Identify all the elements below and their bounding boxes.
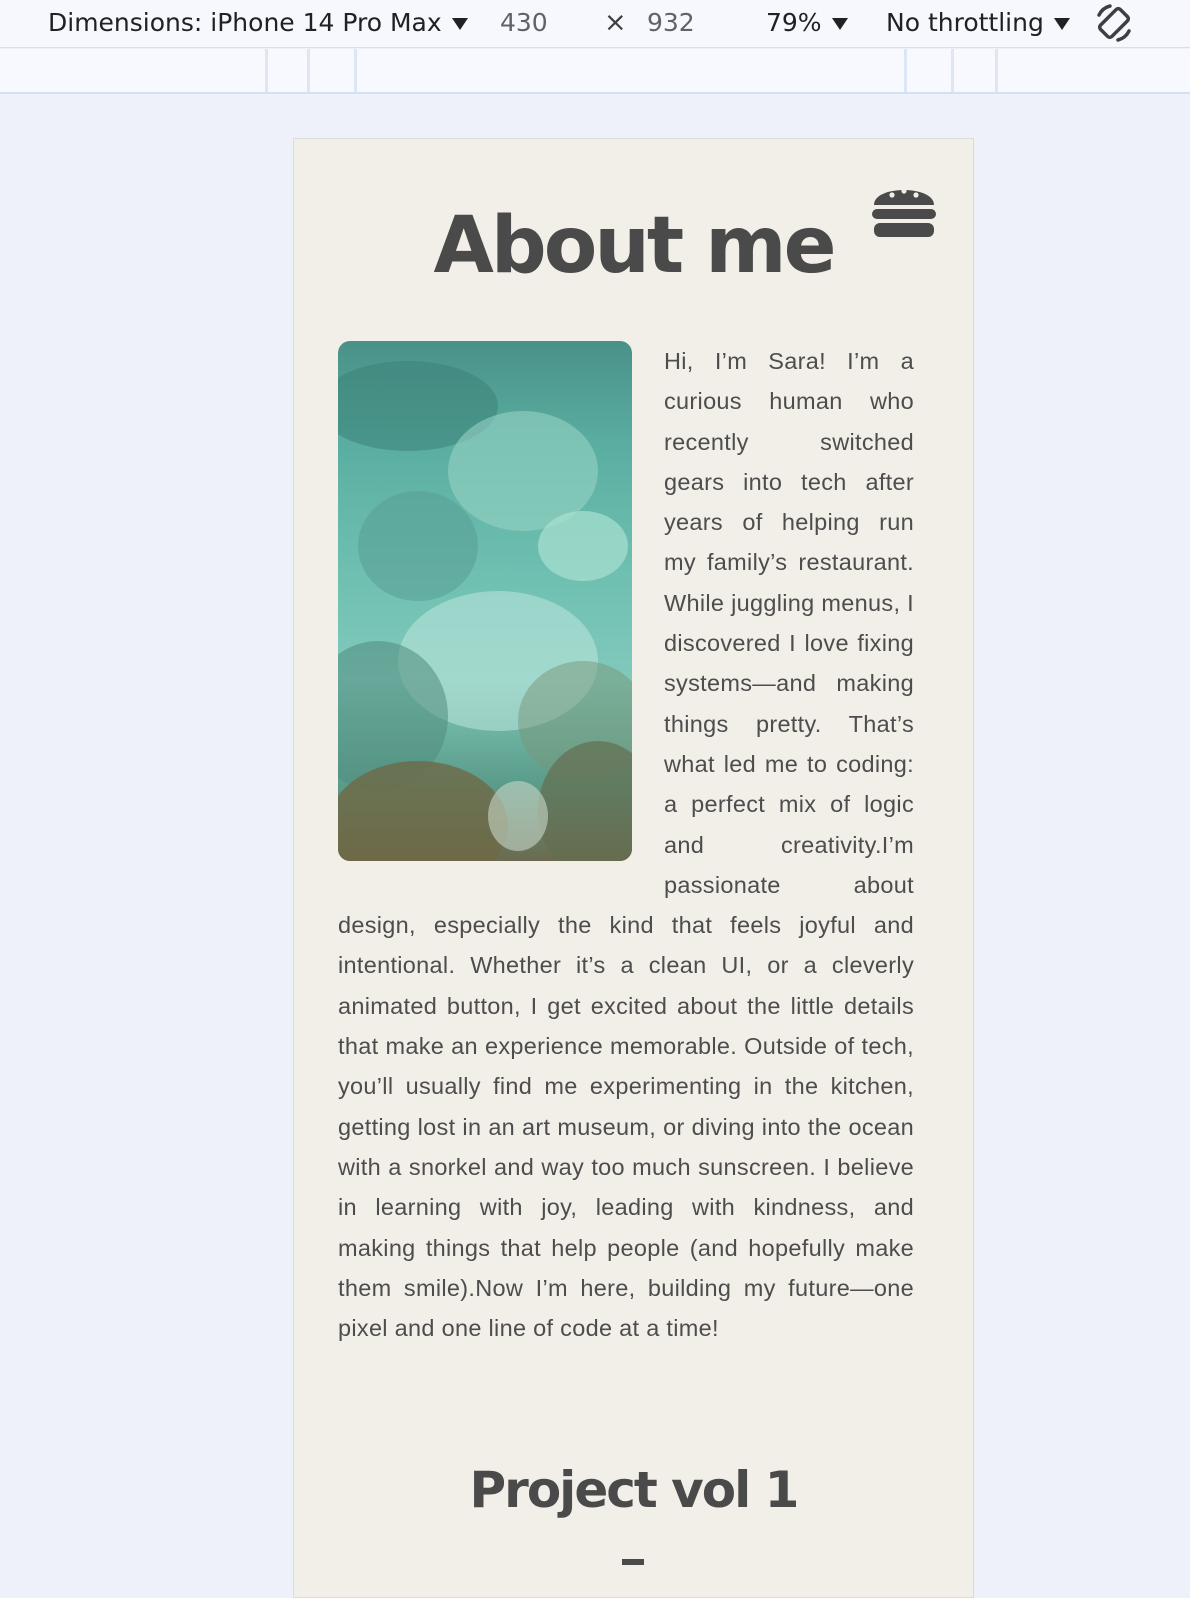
chevron-down-icon bbox=[451, 18, 468, 30]
chevron-down-icon bbox=[831, 18, 848, 30]
about-section: Hi, I’m Sara! I’m a curious human who re… bbox=[338, 341, 914, 1348]
zoom-label: 79% bbox=[766, 8, 822, 37]
chevron-down-icon bbox=[1053, 18, 1070, 30]
device-select[interactable]: Dimensions: iPhone 14 Pro Max bbox=[48, 6, 468, 40]
device-label: Dimensions: iPhone 14 Pro Max bbox=[48, 8, 442, 37]
page-title: About me bbox=[433, 201, 837, 291]
height-input[interactable]: 932 bbox=[647, 6, 695, 40]
rotate-button[interactable] bbox=[1093, 2, 1135, 44]
throttle-select[interactable]: No throttling bbox=[886, 6, 1070, 40]
about-photo bbox=[338, 341, 632, 861]
device-viewport: About me Hi, I’m Sara! I’m a curious hum… bbox=[293, 138, 974, 1598]
throttle-label: No throttling bbox=[886, 8, 1044, 37]
rotate-icon bbox=[1097, 4, 1131, 42]
times-symbol: × bbox=[604, 7, 627, 38]
project-section-title: Project vol 1 bbox=[469, 1461, 800, 1519]
width-input[interactable]: 430 bbox=[500, 6, 548, 40]
zoom-select[interactable]: 79% bbox=[766, 6, 848, 40]
title-underline bbox=[622, 1559, 644, 1565]
media-query-bar[interactable] bbox=[0, 49, 1190, 94]
device-toolbar: Dimensions: iPhone 14 Pro Max 430 × 932 … bbox=[0, 0, 1190, 48]
